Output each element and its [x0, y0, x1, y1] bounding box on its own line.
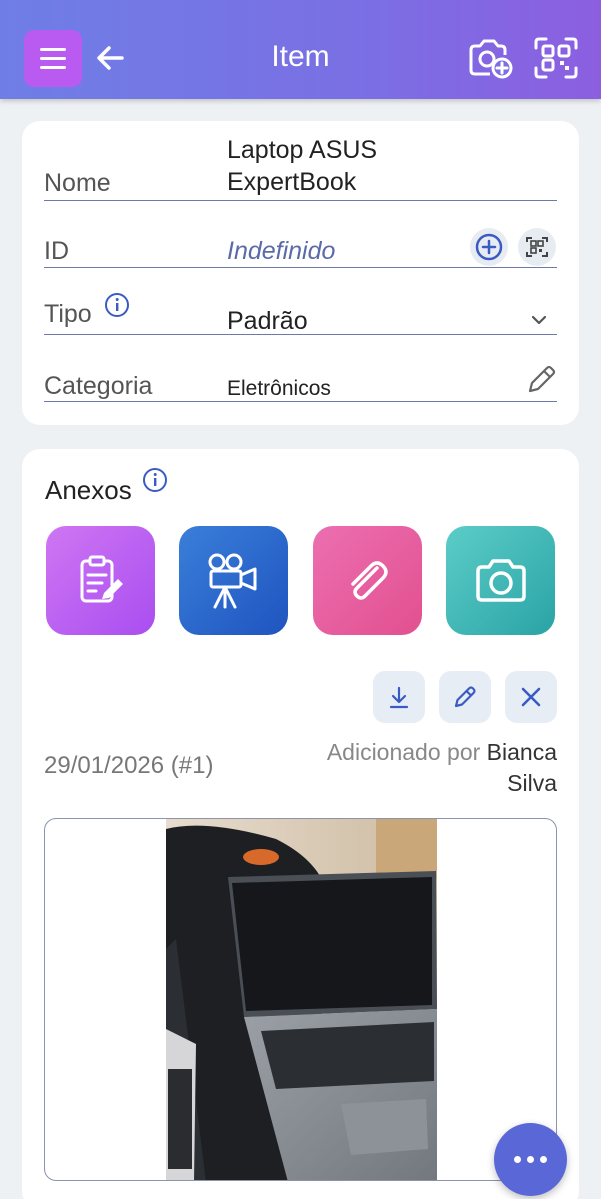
add-photo-button[interactable] [446, 526, 555, 635]
nome-value-line2[interactable]: ExpertBook [227, 168, 356, 197]
scan-id-button[interactable] [518, 228, 556, 266]
added-by-last-name: Silva [507, 770, 557, 796]
plus-circle-icon [475, 233, 503, 261]
categoria-underline [44, 401, 557, 402]
categoria-label: Categoria [44, 372, 153, 400]
info-icon[interactable] [142, 467, 168, 493]
delete-attachment-button[interactable] [505, 671, 557, 723]
info-icon[interactable] [104, 292, 130, 318]
close-icon [521, 687, 541, 707]
menu-icon-bar [40, 48, 66, 51]
menu-icon-bar [40, 57, 66, 60]
pencil-icon[interactable] [524, 363, 558, 397]
add-video-button[interactable] [179, 526, 288, 635]
more-dot [540, 1156, 547, 1163]
add-photo-icon[interactable] [466, 36, 514, 80]
attachments-title: Anexos [45, 475, 132, 505]
attachment-author: Adicionado por Bianca Silva [257, 737, 557, 799]
item-form-card: Nome Laptop ASUS ExpertBook ID Indefinid… [22, 121, 579, 425]
add-note-button[interactable] [46, 526, 155, 635]
pencil-icon [454, 686, 476, 708]
generate-id-button[interactable] [470, 228, 508, 266]
attachments-card: Anexos 29/01/2026 (#1) Adicionado por Bi… [22, 449, 579, 1199]
qr-scan-icon[interactable] [532, 36, 580, 80]
more-dot [514, 1156, 521, 1163]
laptop-photo [166, 819, 437, 1180]
camera-icon [475, 558, 526, 602]
edit-attachment-button[interactable] [439, 671, 491, 723]
menu-icon-bar [40, 66, 66, 69]
note-icon [80, 555, 123, 602]
add-file-button[interactable] [313, 526, 422, 635]
chevron-down-icon[interactable] [530, 313, 548, 327]
more-dot [527, 1156, 534, 1163]
app-bar: Item [0, 0, 601, 99]
attachment-date: 29/01/2026 (#1) [44, 752, 214, 779]
id-underline [44, 267, 557, 268]
download-button[interactable] [373, 671, 425, 723]
nome-label: Nome [44, 169, 111, 197]
video-camera-icon [208, 553, 256, 608]
menu-button[interactable] [24, 30, 82, 87]
qr-scan-icon [526, 237, 548, 257]
nome-underline [44, 200, 557, 201]
nome-value[interactable]: Laptop ASUS [227, 136, 377, 165]
more-options-button[interactable] [494, 1123, 567, 1196]
added-by-first-name: Bianca [486, 739, 557, 765]
id-label: ID [44, 237, 69, 265]
download-icon [389, 686, 409, 709]
paperclip-icon [350, 560, 388, 600]
added-by-prefix: Adicionado por [326, 739, 481, 765]
attachment-preview[interactable] [44, 818, 557, 1181]
id-value[interactable]: Indefinido [227, 237, 335, 266]
tipo-select[interactable]: Padrão [227, 307, 308, 336]
tipo-label: Tipo [44, 300, 92, 328]
tipo-underline [44, 334, 557, 335]
categoria-value[interactable]: Eletrônicos [227, 377, 331, 401]
back-arrow-icon[interactable] [94, 40, 128, 76]
